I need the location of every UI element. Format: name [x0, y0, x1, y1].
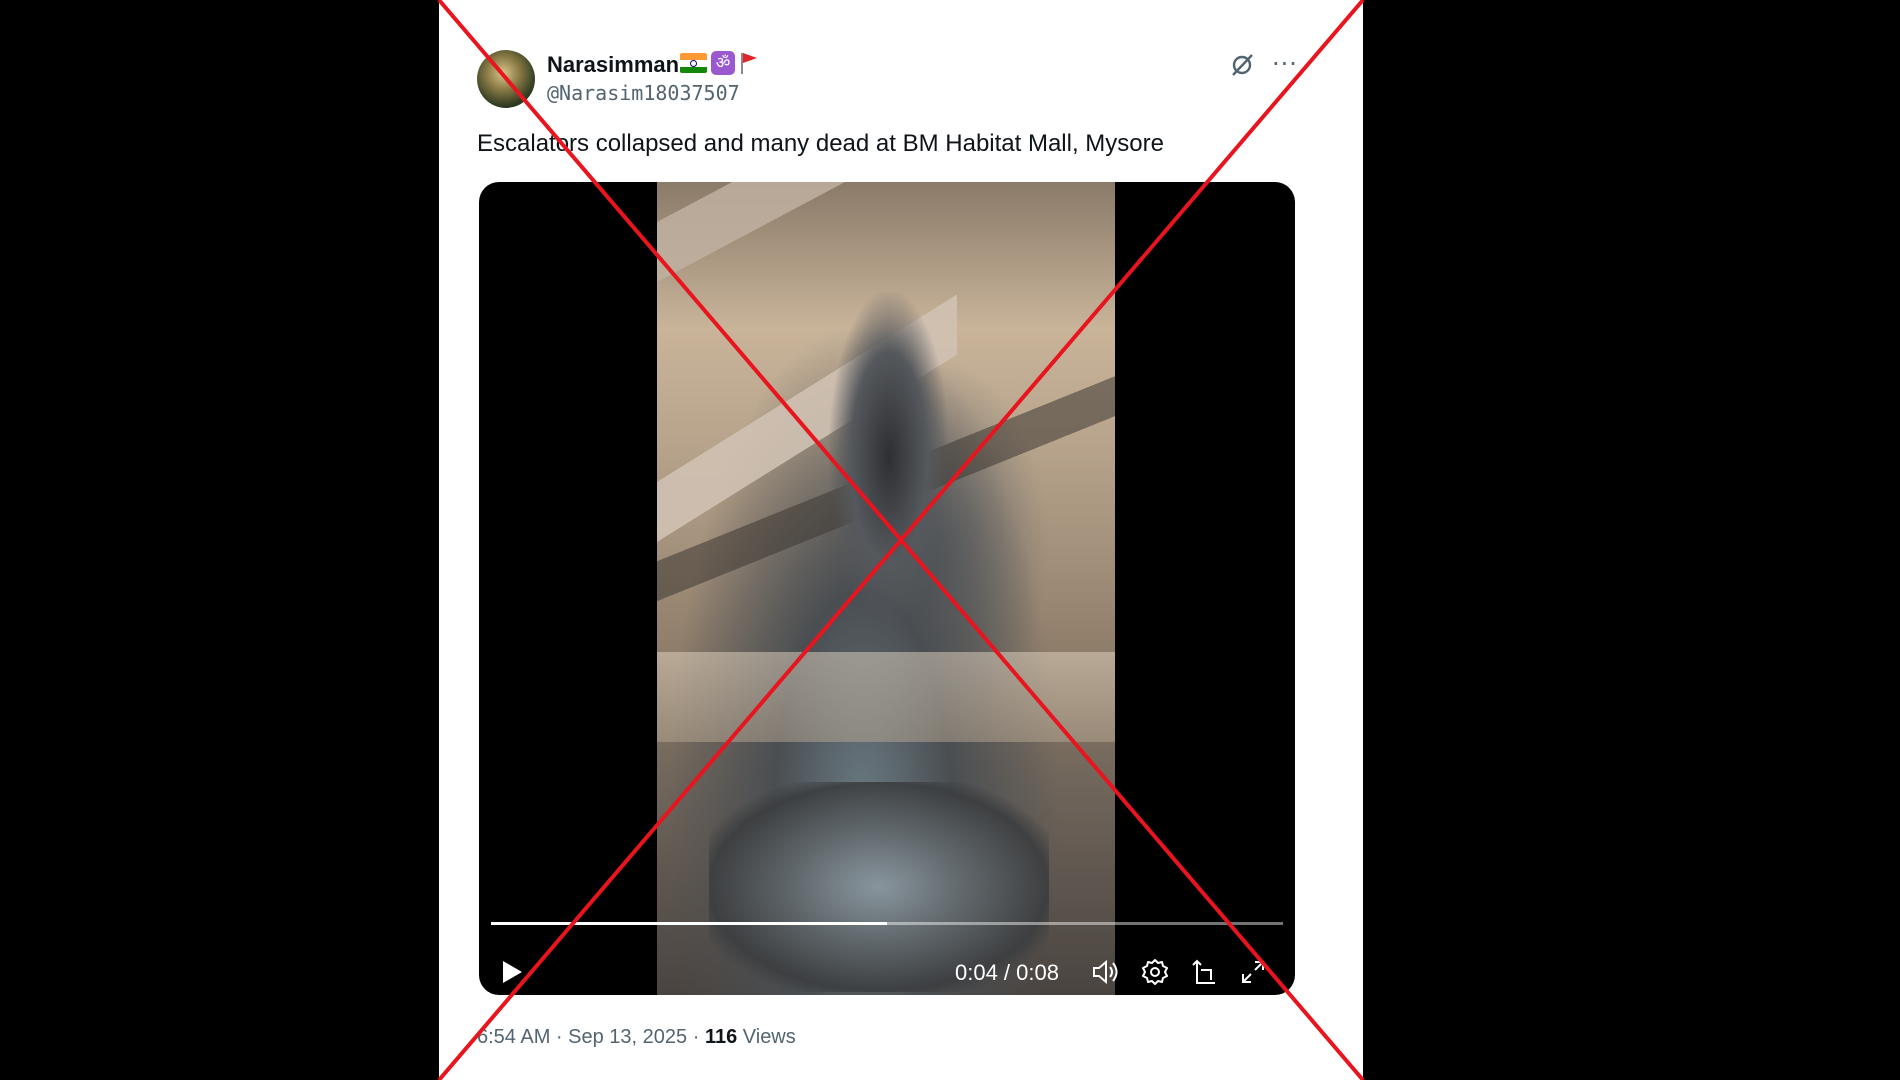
tweet-card: Narasimman ॐ @Narasim18037507 ··· Escala… [439, 0, 1363, 1080]
author-name[interactable]: Narasimman [547, 52, 679, 78]
avatar[interactable] [477, 50, 535, 108]
more-options-icon[interactable]: ··· [1272, 50, 1298, 78]
video-controls: 0:04 / 0:08 [479, 952, 1295, 992]
video-progress-bar[interactable] [491, 922, 1283, 925]
pennant-flag-icon [741, 53, 757, 74]
om-icon: ॐ [711, 51, 735, 75]
author-badges: ॐ [680, 51, 759, 75]
tweet-meta: 6:54 AM · Sep 13, 2025 · 116 Views [477, 1026, 796, 1049]
grok-icon[interactable] [1229, 52, 1255, 78]
author-handle[interactable]: @Narasim18037507 [547, 81, 740, 105]
video-player[interactable]: 0:04 / 0:08 [479, 182, 1295, 995]
tweet-text: Escalators collapsed and many dead at BM… [477, 130, 1164, 157]
fullscreen-icon[interactable] [1239, 958, 1267, 986]
volume-icon[interactable] [1091, 958, 1121, 986]
video-time: 0:04 / 0:08 [955, 960, 1059, 985]
video-progress-fill [491, 922, 887, 925]
play-icon[interactable] [499, 958, 525, 986]
india-flag-icon [680, 53, 707, 73]
mall-floor [657, 652, 1115, 742]
views-label: Views [742, 1026, 796, 1048]
views-count: 116 [704, 1026, 738, 1048]
picture-in-picture-icon[interactable] [1191, 958, 1219, 986]
settings-icon[interactable] [1141, 958, 1169, 986]
falling-debris [829, 292, 949, 622]
tweet-timestamp[interactable]: 6:54 AM · Sep 13, 2025 · [477, 1026, 699, 1048]
